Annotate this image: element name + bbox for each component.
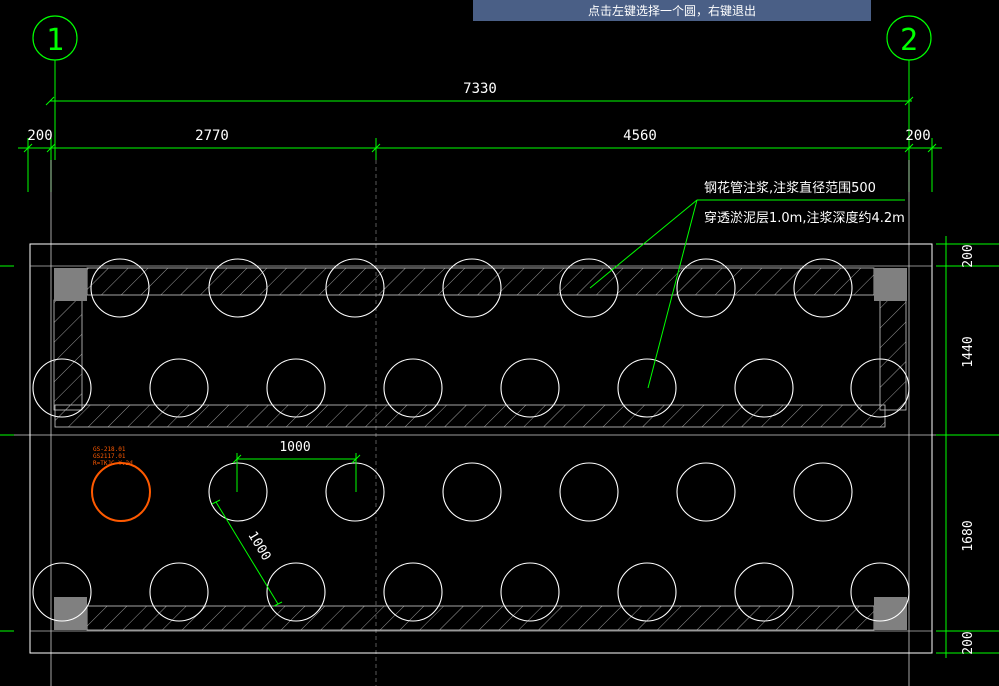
selected-label-line3: R=TKJC Y.2d <box>93 460 133 467</box>
beam-top[interactable] <box>86 267 875 296</box>
dimension-right-edge-text: 200 <box>905 128 930 144</box>
axis-label-2: 2 <box>900 23 918 58</box>
command-prompt-bar: 点击左键选择一个圆，右键退出 <box>473 0 871 21</box>
pile-circle-r3-c4[interactable] <box>559 462 619 522</box>
dimension-right-top-text: 200 <box>961 244 976 267</box>
pile-circle-r3-c2[interactable] <box>325 462 385 522</box>
dimension-pile-spacing-text: 1000 <box>279 440 310 455</box>
dimension-pile-spacing[interactable]: 1000 <box>232 440 361 492</box>
dimension-right-lower-text: 1680 <box>961 520 976 551</box>
annotation-line2: 穿透淤泥层1.0m,注浆深度约4.2m <box>704 210 905 226</box>
pile-circle-r3-c5[interactable] <box>676 462 736 522</box>
corner-block-top-left[interactable] <box>54 268 87 301</box>
annotation-line1: 钢花管注浆,注浆直径范围500 <box>704 180 876 196</box>
corner-block-bottom-right[interactable] <box>874 597 907 630</box>
dimension-pile-diagonal-text: 1000 <box>245 529 274 564</box>
dimension-overall-text: 7330 <box>463 81 497 97</box>
dimension-overall[interactable]: 7330 <box>45 81 914 106</box>
beam-left[interactable] <box>53 299 83 411</box>
slab-outline[interactable] <box>29 243 933 654</box>
axis-bubble-1[interactable]: 1 <box>32 15 78 61</box>
axis-label-1: 1 <box>46 23 64 58</box>
dimension-left-edge-text: 200 <box>27 128 52 144</box>
beam-right[interactable] <box>879 299 907 411</box>
beam-bottom[interactable] <box>86 605 875 631</box>
selected-label-line1: GS-218.01 <box>93 446 126 453</box>
dimension-a-text: 2770 <box>195 128 229 144</box>
dimension-right-middle-text: 1440 <box>961 336 976 367</box>
dimension-right-bottom-text: 200 <box>961 631 976 654</box>
selected-pile[interactable]: GS-218.01 GS2117.01 R=TKJC Y.2d <box>91 446 151 522</box>
corner-block-top-right[interactable] <box>874 268 907 301</box>
dimension-b-text: 4560 <box>623 128 657 144</box>
selected-label-line2: GS2117.01 <box>93 453 126 460</box>
pile-circle-r3-c6[interactable] <box>793 462 853 522</box>
prompt-text: 点击左键选择一个圆，右键退出 <box>587 4 756 18</box>
beam-middle[interactable] <box>54 404 886 428</box>
cad-drawing-canvas[interactable]: 1 2 7330 200 2770 4560 200 GS-218.01 GS2… <box>0 0 999 686</box>
pile-circles[interactable] <box>32 258 910 622</box>
pile-circle-r3-c1[interactable] <box>208 462 268 522</box>
pile-circle-r3-c3[interactable] <box>442 462 502 522</box>
axis-bubble-2[interactable]: 2 <box>886 15 932 61</box>
dimension-right-chain[interactable]: 200 1440 1680 200 <box>936 236 999 658</box>
